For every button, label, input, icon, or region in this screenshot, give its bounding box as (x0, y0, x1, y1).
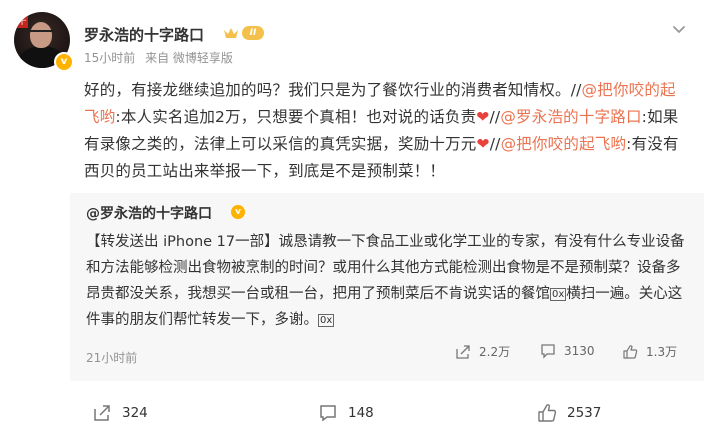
thumbs-up-icon (623, 344, 638, 359)
original-post-time[interactable]: 21小时前 (86, 349, 137, 366)
heart-emoji-icon: ❤ (476, 135, 490, 153)
comment-icon (541, 344, 555, 359)
original-comment-count[interactable]: 3130 (540, 343, 595, 359)
post-source: 来自 微博轻享版 (145, 51, 233, 65)
comment-count: 148 (348, 405, 374, 421)
text-segment: 好的，有接龙继续追加的吗？我们只是为了餐饮行业的消费者知情权。// (84, 81, 582, 99)
missing-glyph-icon: 0x (550, 287, 567, 301)
post-text: 好的，有接龙继续追加的吗？我们只是为了餐饮行业的消费者知情权。// @把你咬的起飞… (84, 77, 684, 185)
verified-badge-icon: v (54, 52, 74, 72)
missing-glyph-icon: 0x (318, 313, 335, 327)
original-post-card[interactable]: @罗永浩的十字路口 v 【转发送出 iPhone 17一部】诚恳请教一下食品工业… (70, 193, 704, 381)
post-author-name[interactable]: 罗永浩的十字路口 (84, 24, 204, 45)
repost-count: 324 (122, 405, 148, 421)
mention-link[interactable]: @罗永浩的十字路口 (500, 108, 641, 126)
thumbs-up-icon (538, 404, 557, 422)
like-button[interactable]: 2537 (537, 403, 601, 423)
mention-link[interactable]: @把你咬的起飞哟 (501, 135, 627, 153)
text-segment: // (489, 108, 501, 126)
post-time[interactable]: 15小时前 (84, 51, 135, 65)
original-author-name[interactable]: @罗永浩的十字路口 (86, 203, 212, 223)
original-post-text: 【转发送出 iPhone 17一部】诚恳请教一下食品工业或化学工业的专家，有没有… (86, 229, 686, 333)
like-count: 2537 (567, 405, 602, 421)
verified-badge-icon: v (231, 205, 245, 219)
original-repost-count[interactable]: 2.2万 (455, 343, 510, 360)
text-segment: :本人实名追加2万，只想要个真相！也对说的话负责 (115, 108, 477, 126)
repost-count-label: 2.2万 (479, 345, 511, 359)
action-bar: 324 148 2537 (0, 395, 704, 433)
repost-button[interactable]: 324 (92, 403, 148, 423)
level-badge: II (242, 26, 264, 40)
original-like-count[interactable]: 1.3万 (622, 343, 677, 360)
share-icon (94, 405, 110, 421)
text-segment: // (489, 135, 501, 153)
share-icon (456, 344, 470, 359)
comment-icon (320, 405, 336, 422)
like-count-label: 1.3万 (646, 345, 678, 359)
comment-count-label: 3130 (564, 344, 595, 358)
avatar-logo-icon: 十 (16, 16, 28, 28)
avatar-glasses (28, 30, 54, 38)
heart-emoji-icon: ❤ (476, 108, 490, 126)
comment-button[interactable]: 148 (318, 403, 374, 423)
crown-icon (224, 28, 238, 38)
post-meta: 15小时前 来自 微博轻享版 (84, 49, 239, 66)
chevron-down-icon[interactable] (670, 20, 688, 38)
